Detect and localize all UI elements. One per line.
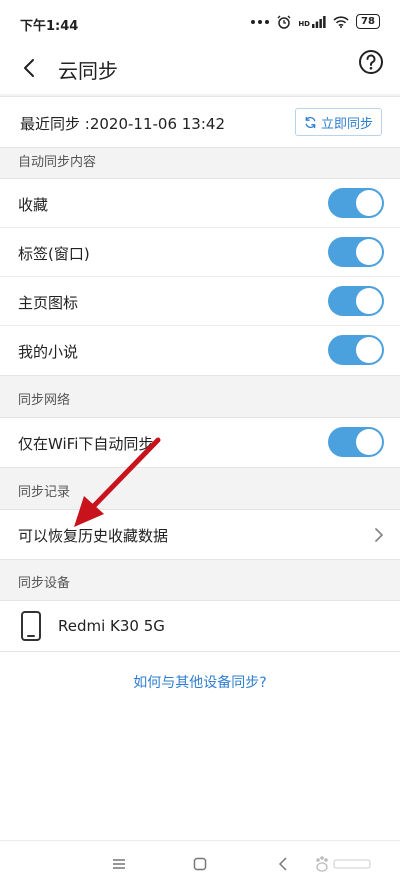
sync-now-button[interactable]: 立即同步 — [294, 108, 382, 136]
section-header-records: 同步记录 — [18, 485, 71, 500]
sync-now-label: 立即同步 — [320, 116, 373, 132]
hd-label: HD — [298, 19, 310, 28]
list-item: 仅在WiFi下自动同步 — [0, 418, 400, 467]
last-sync-text: 最近同步 :2020-11-06 13:42 — [20, 115, 225, 133]
back-nav-icon[interactable] — [274, 855, 292, 873]
home-icon[interactable] — [191, 855, 209, 873]
status-icons: HD 78 — [250, 14, 380, 29]
list-item: 我的小说 — [0, 326, 400, 375]
status-bar: 下午1:44 HD 78 — [0, 0, 400, 44]
restore-history-row[interactable]: 可以恢复历史收藏数据 — [0, 510, 400, 559]
section-header-network: 同步网络 — [18, 393, 71, 408]
list-item: Redmi K30 5G — [0, 601, 400, 651]
paw-icon — [316, 856, 371, 872]
page-title: 云同步 — [58, 59, 118, 83]
setting-label: 仅在WiFi下自动同步 — [18, 435, 154, 453]
watermark-logo — [314, 854, 372, 878]
setting-label: 我的小说 — [18, 343, 79, 361]
battery-icon: 78 — [356, 14, 380, 29]
status-time: 下午1:44 — [20, 19, 79, 34]
menu-icon[interactable] — [110, 855, 128, 873]
last-sync-card: 最近同步 :2020-11-06 13:42 立即同步 — [0, 96, 400, 148]
alarm-icon — [277, 15, 291, 29]
list-item: 主页图标 — [0, 277, 400, 326]
list-item: 标签(窗口) — [0, 228, 400, 277]
setting-label: 可以恢复历史收藏数据 — [18, 527, 169, 545]
my-novels-toggle[interactable] — [328, 335, 384, 365]
chevron-right-icon — [375, 528, 383, 542]
wifi-only-toggle[interactable] — [328, 427, 384, 457]
phone-icon — [21, 611, 41, 641]
hd-signal-icon: HD — [298, 15, 326, 28]
refresh-icon — [305, 116, 316, 128]
tabs-toggle[interactable] — [328, 237, 384, 267]
more-dots-icon — [251, 19, 270, 24]
auto-sync-group: 收藏 标签(窗口) 主页图标 我的小说 — [0, 178, 400, 376]
app-bar: 云同步 — [0, 44, 400, 94]
section-header-devices: 同步设备 — [18, 576, 71, 591]
setting-label: 收藏 — [18, 196, 49, 214]
device-name: Redmi K30 5G — [58, 617, 165, 635]
help-icon[interactable] — [358, 49, 384, 75]
network-group: 仅在WiFi下自动同步 — [0, 417, 400, 468]
wifi-icon — [333, 15, 349, 28]
section-header-auto-sync: 自动同步内容 — [18, 155, 97, 170]
devices-group: Redmi K30 5G — [0, 600, 400, 652]
setting-label: 主页图标 — [18, 294, 79, 312]
favorites-toggle[interactable] — [328, 188, 384, 218]
setting-label: 标签(窗口) — [18, 245, 90, 263]
back-arrow-icon[interactable] — [18, 56, 42, 80]
records-group: 可以恢复历史收藏数据 — [0, 509, 400, 560]
home-icons-toggle[interactable] — [328, 286, 384, 316]
list-item: 收藏 — [0, 179, 400, 228]
how-to-sync-link[interactable]: 如何与其他设备同步? — [0, 672, 400, 692]
